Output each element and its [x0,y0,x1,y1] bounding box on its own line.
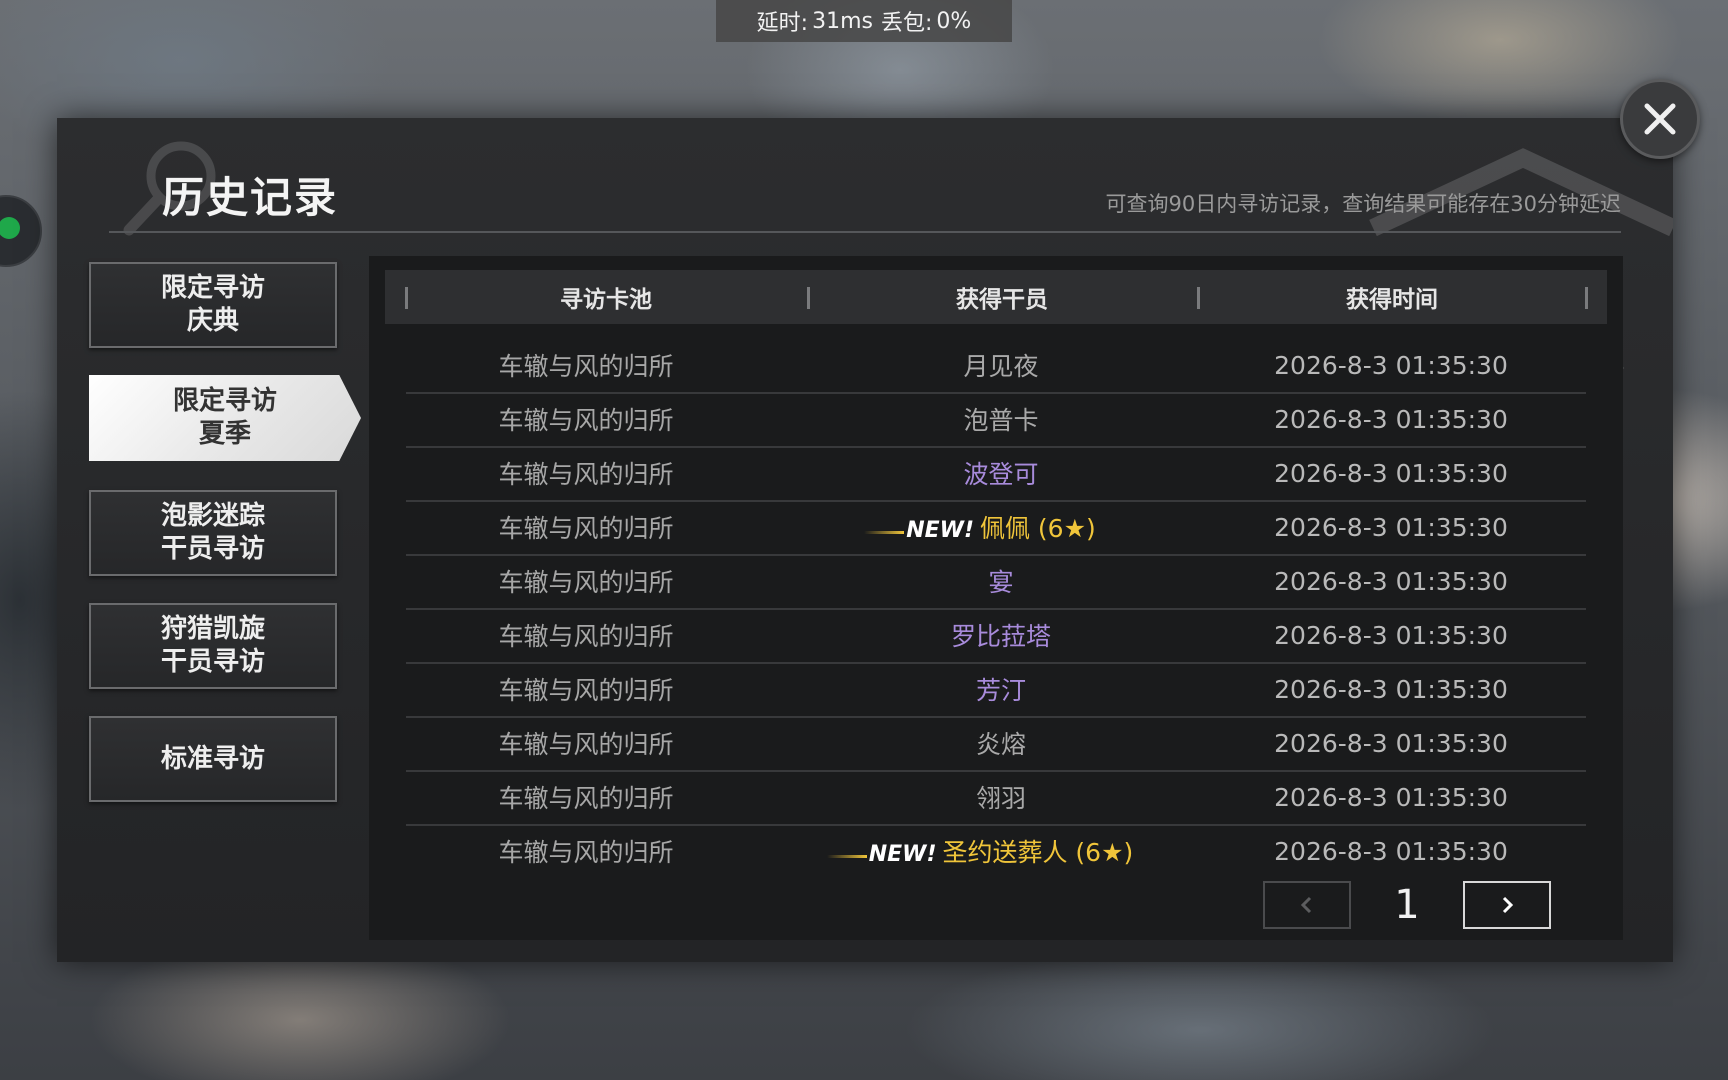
pool-cell: 车辙与风的归所 [498,784,674,813]
time-cell: 2026-8-3 01:35:30 [1274,566,1508,596]
page-number: 1 [1394,882,1420,928]
pool-cell: 车辙与风的归所 [498,352,674,381]
pool-cell: 车辙与风的归所 [498,676,674,705]
operator-name: 泡普卡 [963,406,1039,435]
operator-cell: 泡普卡 [806,401,1196,437]
operator-name: 波登可 [963,460,1039,489]
time-cell: 2026-8-3 01:35:30 [1274,458,1508,488]
operator-name: 罗比菈塔 [950,622,1051,651]
loss-value: 0% [936,8,972,34]
operator-name: 芳汀 [975,676,1026,705]
operator-cell: 芳汀 [806,671,1196,707]
title-divider [109,231,1621,233]
operator-name: 圣约送葬人 (6★) [942,838,1134,867]
operator-cell: 翎羽 [806,779,1196,815]
table-row: 车辙与风的归所 罗比菈塔 2026-8-3 01:35:30 [406,608,1586,664]
tab-standard[interactable]: 标准寻访 [89,716,337,802]
operator-cell: 波登可 [806,455,1196,491]
operator-cell: 罗比菈塔 [806,617,1196,653]
latency-value: 31ms [812,8,873,34]
latency-label: 延时: [756,11,809,36]
next-page-button[interactable] [1463,881,1551,929]
loss-label: 丢包: [880,11,933,36]
time-cell: 2026-8-3 01:35:30 [1274,350,1508,380]
pool-cell: 车辙与风的归所 [498,730,674,759]
query-hint: 可查询90日内寻访记录，查询结果可能存在30分钟延迟 [1105,192,1621,216]
operator-cell: NEW! 圣约送葬人 (6★) [806,833,1196,869]
table-row: 车辙与风的归所 炎熔 2026-8-3 01:35:30 [406,716,1586,772]
operator-name: 佩佩 (6★) [979,514,1096,543]
tab-bubble-operator[interactable]: 泡影迷踪 干员寻访 [89,490,337,576]
header-separator [1585,287,1588,309]
table-row: 车辙与风的归所 波登可 2026-8-3 01:35:30 [406,446,1586,502]
column-pool: 寻访卡池 [560,287,652,313]
tab-hunting-operator[interactable]: 狩猎凯旋 干员寻访 [89,603,337,689]
time-cell: 2026-8-3 01:35:30 [1274,836,1508,866]
time-cell: 2026-8-3 01:35:30 [1274,782,1508,812]
time-cell: 2026-8-3 01:35:30 [1274,728,1508,758]
pool-cell: 车辙与风的归所 [498,838,674,867]
table-row: 车辙与风的归所 芳汀 2026-8-3 01:35:30 [406,662,1586,718]
new-badge: NEW! [826,842,937,867]
time-cell: 2026-8-3 01:35:30 [1274,674,1508,704]
network-status: 延时: 31ms 丢包: 0% [716,0,1012,42]
time-cell: 2026-8-3 01:35:30 [1274,620,1508,650]
table-row: 车辙与风的归所 NEW! 佩佩 (6★) 2026-8-3 01:35:30 [406,500,1586,556]
operator-name: 炎熔 [975,730,1026,759]
tab-limited-summer[interactable]: 限定寻访 夏季 [89,375,361,461]
table-row: 车辙与风的归所 宴 2026-8-3 01:35:30 [406,554,1586,610]
records-table: 寻访卡池 获得干员 获得时间 车辙与风的归所 月见夜 2026-8-3 01:35:… [369,256,1623,940]
table-row: 车辙与风的归所 翎羽 2026-8-3 01:35:30 [406,770,1586,826]
time-cell: 2026-8-3 01:35:30 [1274,512,1508,542]
dialog-title: 历史记录 [162,173,339,222]
column-time: 获得时间 [1346,287,1438,313]
close-icon [1644,103,1676,135]
table-row: 车辙与风的归所 泡普卡 2026-8-3 01:35:30 [406,392,1586,448]
time-cell: 2026-8-3 01:35:30 [1274,404,1508,434]
pool-cell: 车辙与风的归所 [498,622,674,651]
tab-limited-celebration[interactable]: 限定寻访 庆典 [89,262,337,348]
close-button[interactable] [1620,79,1700,159]
operator-cell: 宴 [806,563,1196,599]
new-badge: NEW! [864,518,974,543]
chevron-left-icon [1300,896,1312,914]
table-header: 寻访卡池 获得干员 获得时间 [385,270,1607,324]
operator-cell: NEW! 佩佩 (6★) [806,509,1196,545]
table-row: 车辙与风的归所 NEW! 圣约送葬人 (6★) 2026-8-3 01:35:30 [406,824,1586,878]
table-row: 车辙与风的归所 月见夜 2026-8-3 01:35:30 [406,338,1586,394]
chevron-right-icon [1502,896,1514,914]
column-operator: 获得干员 [956,287,1048,313]
pool-cell: 车辙与风的归所 [498,406,674,435]
operator-cell: 炎熔 [806,725,1196,761]
operator-name: 月见夜 [963,352,1039,381]
operator-name: 宴 [988,568,1014,597]
operator-cell: 月见夜 [806,347,1196,383]
history-dialog: 历史记录 可查询90日内寻访记录，查询结果可能存在30分钟延迟 限定寻访 庆典 … [57,118,1673,962]
operator-name: 翎羽 [975,784,1026,813]
pool-cell: 车辙与风的归所 [498,460,674,489]
pool-cell: 车辙与风的归所 [498,568,674,597]
pool-cell: 车辙与风的归所 [498,514,674,543]
prev-page-button[interactable] [1263,881,1351,929]
